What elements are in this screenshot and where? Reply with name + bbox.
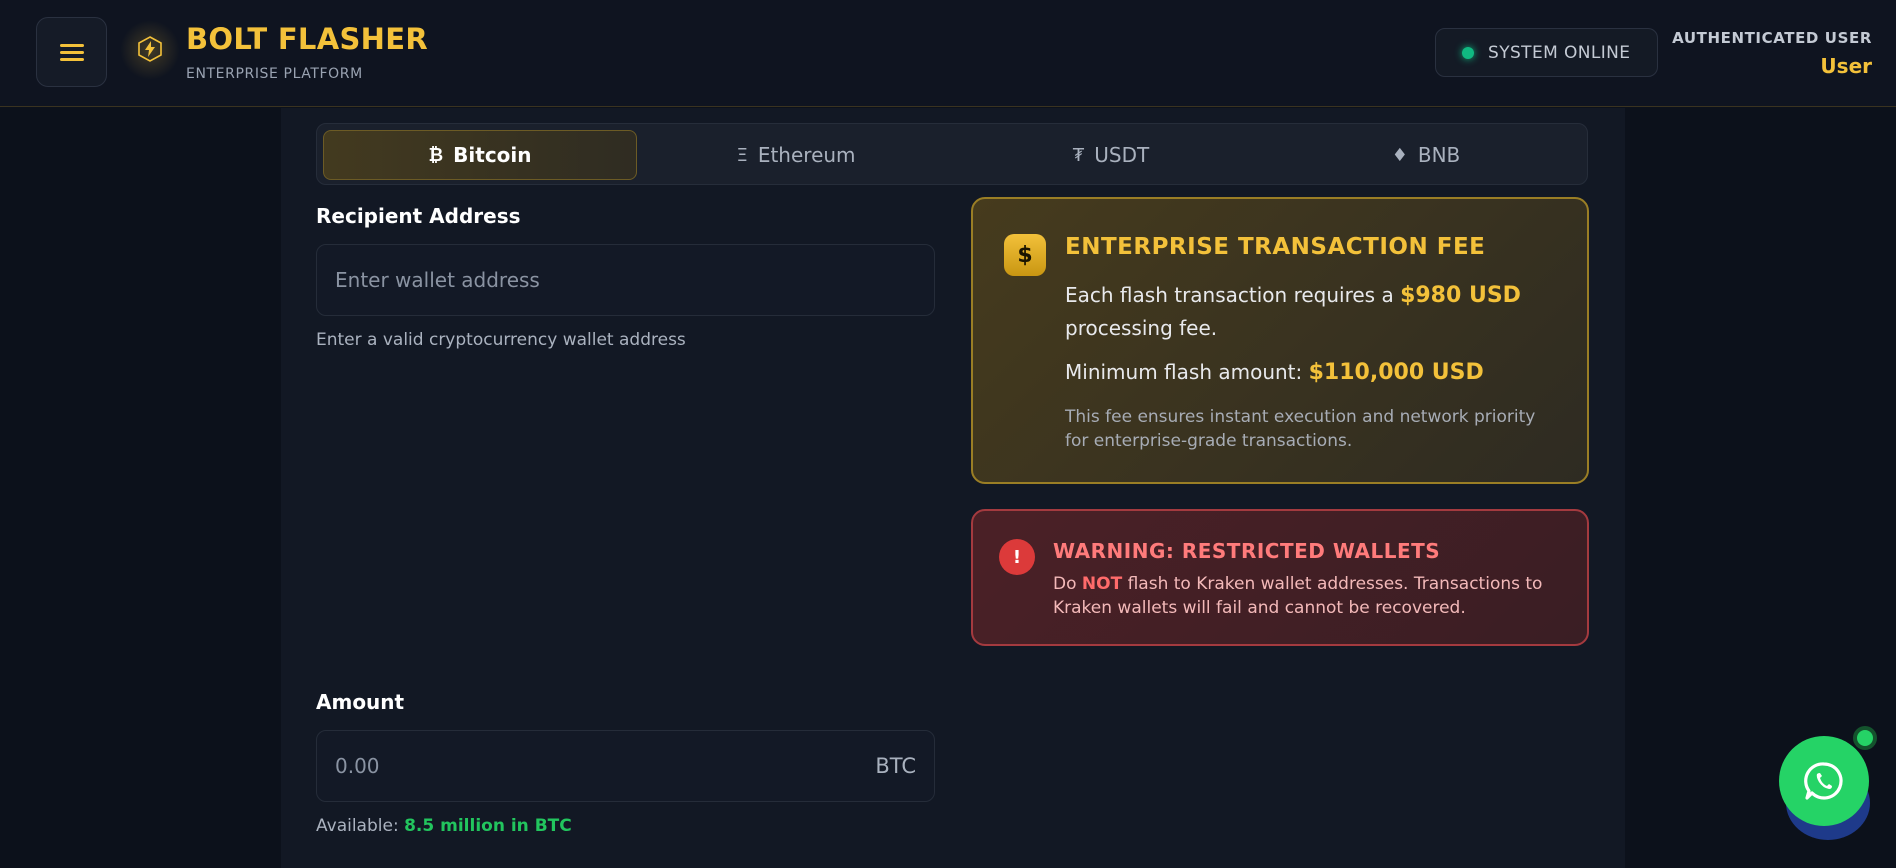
top-header: BOLT FLASHER ENTERPRISE PLATFORM SYSTEM … — [0, 0, 1896, 107]
system-status-badge: SYSTEM ONLINE — [1435, 28, 1658, 77]
tab-label: Bitcoin — [453, 143, 532, 167]
bnb-icon: ♦ — [1391, 144, 1408, 166]
fee-line-prefix: Each flash transaction requires a — [1065, 283, 1394, 307]
available-label: Available: — [316, 816, 399, 836]
bolt-logo-icon — [138, 36, 162, 62]
minimum-amount: $110,000 USD — [1308, 360, 1484, 385]
brand-title: BOLT FLASHER — [186, 22, 428, 56]
tab-usdt[interactable]: ₮ USDT — [954, 130, 1268, 180]
recipient-label: Recipient Address — [316, 204, 521, 228]
tab-label: Ethereum — [757, 143, 856, 167]
transaction-fee-card: $ ENTERPRISE TRANSACTION FEE Each flash … — [971, 197, 1589, 484]
whatsapp-icon — [1804, 762, 1843, 800]
auth-username[interactable]: User — [1820, 54, 1872, 78]
recipient-address-input[interactable]: Enter wallet address — [316, 244, 935, 316]
whatsapp-chat-button[interactable] — [1779, 736, 1869, 826]
fee-line-suffix: processing fee. — [1065, 316, 1218, 340]
available-value: 8.5 million in BTC — [404, 816, 572, 836]
recipient-hint: Enter a valid cryptocurrency wallet addr… — [316, 330, 686, 350]
hamburger-icon — [59, 40, 84, 65]
status-text: SYSTEM ONLINE — [1488, 42, 1631, 63]
tab-label: BNB — [1417, 143, 1461, 167]
amount-unit: BTC — [875, 754, 916, 778]
amount-label: Amount — [316, 690, 405, 714]
fee-amount: $980 USD — [1400, 283, 1521, 308]
alert-icon: ! — [999, 539, 1035, 575]
tether-icon: ₮ — [1072, 144, 1085, 166]
minimum-line: Minimum flash amount: $110,000 USD — [1065, 356, 1565, 389]
recipient-placeholder: Enter wallet address — [335, 268, 540, 292]
minimum-prefix: Minimum flash amount: — [1065, 360, 1303, 384]
fee-note: This fee ensures instant execution and n… — [1065, 407, 1536, 451]
warning-title: WARNING: RESTRICTED WALLETS — [1053, 539, 1441, 563]
dollar-icon: $ — [1004, 234, 1046, 276]
menu-button[interactable] — [36, 17, 107, 87]
status-dot-icon — [1462, 46, 1474, 59]
amount-placeholder: 0.00 — [335, 754, 380, 778]
ethereum-icon: Ξ — [736, 144, 748, 166]
tab-bitcoin[interactable]: ₿ Bitcoin — [323, 130, 637, 180]
auth-label: AUTHENTICATED USER — [1672, 29, 1872, 47]
online-indicator-dot — [1853, 726, 1877, 750]
warning-suffix: flash to Kraken wallet addresses. Transa… — [1053, 574, 1543, 618]
warning-text: Do NOT flash to Kraken wallet addresses.… — [1053, 572, 1573, 620]
tab-label: USDT — [1094, 143, 1150, 167]
brand-subtitle: ENTERPRISE PLATFORM — [186, 66, 363, 82]
tab-ethereum[interactable]: Ξ Ethereum — [639, 130, 953, 180]
amount-input[interactable]: 0.00 BTC — [316, 730, 935, 802]
tab-bnb[interactable]: ♦ BNB — [1269, 130, 1583, 180]
warning-emphasis: NOT — [1081, 574, 1123, 594]
currency-tabs: ₿ Bitcoin Ξ Ethereum ₮ USDT ♦ BNB — [316, 123, 1588, 185]
available-balance: Available: 8.5 million in BTC — [316, 816, 572, 836]
bitcoin-icon: ₿ — [428, 144, 444, 166]
fee-title: ENTERPRISE TRANSACTION FEE — [1065, 234, 1486, 260]
fee-line: Each flash transaction requires a $980 U… — [1065, 279, 1565, 345]
warning-prefix: Do — [1053, 574, 1077, 594]
restricted-wallets-warning: ! WARNING: RESTRICTED WALLETS Do NOT fla… — [971, 509, 1589, 646]
